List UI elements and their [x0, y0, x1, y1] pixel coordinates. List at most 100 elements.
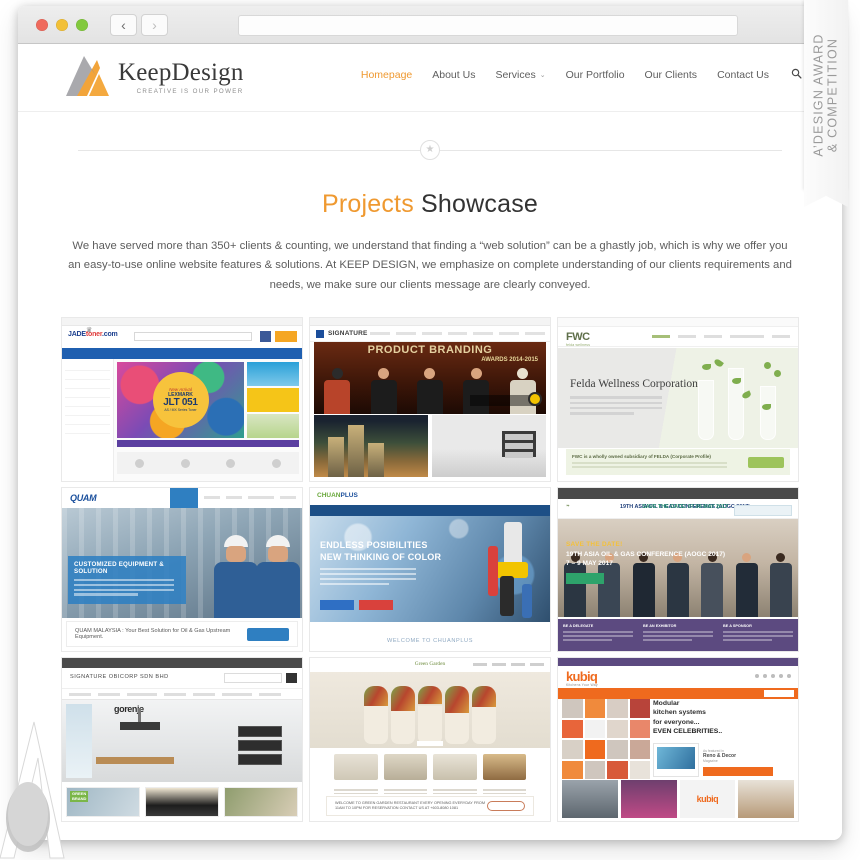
thumb-hero: Modular kitchen systems for everyone... …	[562, 699, 794, 780]
mag-sub: Magazine	[703, 759, 718, 764]
thumb-hero: New Arrival LEXMARK JLT 051 AS / MX Seri…	[117, 362, 299, 439]
thumb-nav	[473, 663, 544, 666]
appliance-stack	[502, 431, 536, 459]
thumb-topbar	[62, 658, 302, 669]
nav-item-homepage[interactable]: Homepage	[361, 69, 412, 81]
footer-text: QUAM MALAYSIA : Your Best Solution for O…	[75, 628, 231, 641]
keepdesign-logo-icon	[63, 54, 111, 98]
nav-item-contact-us[interactable]: Contact Us	[717, 69, 769, 81]
social-icons	[755, 674, 791, 679]
overlay-line-2: 19TH ASIA OIL & GAS CONFERENCE (AOGC 201…	[566, 551, 726, 559]
logo-wordmark: KeepDesign CREATIVE IS OUR POWER	[118, 60, 244, 98]
portfolio-item-fwc[interactable]: FWC felda wellness Felda Wellness Corpora…	[557, 317, 799, 483]
brand-subtext: Kitchens Your Way	[566, 683, 598, 688]
green-brand-badge: GREEN BRAND	[70, 791, 89, 803]
mini-browser-bar	[62, 318, 302, 332]
site-thumbnail: QUAM CUSTOMIZED EQUIPMENT & SOLUTION QUA…	[62, 488, 302, 652]
tile-green-brand: GREEN BRAND	[66, 787, 140, 818]
minimize-window-button[interactable]	[56, 19, 68, 31]
hero-line-2: kitchen systems	[653, 709, 706, 717]
oven-stack	[238, 726, 282, 768]
close-window-button[interactable]	[36, 19, 48, 31]
nav-label: Homepage	[360, 69, 413, 81]
tile-kitchen-dark	[562, 780, 618, 819]
tile-kitchen	[224, 787, 298, 818]
thumb-hero: Felda Wellness Corporation	[558, 348, 798, 449]
thumb-body: New Arrival LEXMARK JLT 051 AS / MX Seri…	[62, 359, 302, 482]
brand-design: Design	[171, 59, 244, 86]
thumb-cart-button	[275, 331, 297, 343]
hero-line-3: for everyone...	[653, 718, 700, 726]
portfolio-item-obicorp[interactable]: SIGNATURE OBICORP SDN BHD gorenje GREEN …	[61, 657, 303, 823]
star-icon: ★	[420, 140, 440, 160]
search-icon[interactable]	[791, 68, 802, 82]
tile-brand-map: kubiq	[679, 780, 736, 819]
mini-browser-bar	[310, 318, 550, 332]
nav-item-our-clients[interactable]: Our Clients	[645, 69, 698, 81]
thumb-brand: FWC felda wellness	[566, 331, 590, 347]
back-button[interactable]: ‹	[110, 14, 137, 36]
site-logo[interactable]: KeepDesign CREATIVE IS OUR POWER	[63, 54, 244, 98]
thumb-search-button	[286, 673, 297, 684]
thumb-brand: JADEtoner.com	[68, 331, 118, 338]
active-nav-tab	[170, 488, 198, 509]
thumb-search-field	[134, 332, 252, 342]
footer-column: BE A DELEGATE	[558, 619, 638, 651]
section-divider: ★	[78, 140, 782, 160]
address-bar[interactable]	[238, 15, 738, 36]
tile-oven	[145, 787, 219, 818]
hero-subtitle: AWARDS 2014-2015	[481, 357, 538, 364]
thumb-header: ❧ 19TH ASIA OIL & GAS CONFERENCE (AOGC 2…	[558, 499, 798, 520]
forward-button[interactable]: ›	[141, 14, 168, 36]
thumb-footer-banner: FWC is a wholly owned subsidiary of FELD…	[566, 449, 790, 476]
hero-paragraph	[320, 568, 416, 587]
food-photo	[418, 686, 442, 745]
celebrity-mosaic	[562, 699, 650, 780]
nav-label: Contact Us	[717, 69, 769, 81]
magazine-caption: As featured in Reno & Decor Magazine	[703, 749, 736, 763]
window-light	[66, 704, 92, 779]
portfolio-item-quam[interactable]: QUAM CUSTOMIZED EQUIPMENT & SOLUTION QUA…	[61, 487, 303, 653]
portfolio-item-kubiq[interactable]: kubiq Kitchens Your Way Modular kitchen …	[557, 657, 799, 823]
site-thumbnail: ♛ JADEtoner.com New Arrival LEXMARK JLT …	[62, 318, 302, 482]
hero-line-4: EVEN CELEBRITIES..	[653, 727, 723, 735]
thumb-nav	[370, 332, 546, 336]
intro-paragraph: We have served more than 350+ clients & …	[68, 240, 792, 291]
header-right-text: SAVE THE DATE! 07-09 MAY 2017	[642, 504, 728, 511]
thumb-sidebar	[62, 359, 114, 482]
portfolio-item-greengarden[interactable]: Green Garden WELCOME TO GREEN GARDEN RES…	[309, 657, 551, 823]
thumb-hero	[310, 672, 550, 749]
nav-label: About Us	[432, 69, 476, 81]
thumb-hero: gorenje	[62, 700, 302, 783]
award-ribbon: A’DESIGN AWARD & COMPETITION	[804, 0, 848, 190]
nav-label: Our Clients	[644, 69, 698, 81]
portfolio-item-jadetoner[interactable]: ♛ JADEtoner.com New Arrival LEXMARK JLT …	[61, 317, 303, 483]
site-thumbnail: SIGNATURE OBICORP SDN BHD gorenje GREEN …	[62, 658, 302, 822]
brand-keep: Keep	[118, 59, 172, 86]
thumb-lower-tiles: kubiq	[562, 780, 794, 819]
dish-card	[383, 754, 427, 799]
thumb-footer-bar: WELCOME TO GREEN GARDEN RESTAURANT EVERY…	[326, 796, 534, 817]
thumb-brand: kubiq Kitchens Your Way	[566, 670, 598, 687]
promo-badge: New Arrival LEXMARK JLT 051 AS / MX Seri…	[152, 372, 209, 429]
page-title-accent: Projects	[321, 190, 414, 218]
dish-card	[433, 754, 477, 799]
thumb-footer-bar: QUAM MALAYSIA : Your Best Solution for O…	[66, 621, 298, 648]
nav-item-services[interactable]: Services ⌄	[495, 69, 545, 81]
event-logo-icon: ❧	[566, 503, 570, 509]
thumb-header: SIGNATURE	[310, 326, 550, 343]
nav-item-about-us[interactable]: About Us	[432, 69, 475, 81]
thumb-topbar	[558, 318, 798, 328]
thumb-header: SIGNATURE OBICORP SDN BHD	[62, 668, 302, 689]
site-header: KeepDesign CREATIVE IS OUR POWER Homepag…	[18, 44, 842, 112]
portfolio-item-aogc[interactable]: ❧ 19TH ASIA OIL & GAS CONFERENCE (AOGC 2…	[557, 487, 799, 653]
worker-figure	[214, 535, 258, 619]
thumb-nav	[62, 688, 302, 701]
nav-item-our-portfolio[interactable]: Our Portfolio	[566, 69, 625, 81]
signature-logo-icon	[316, 330, 324, 339]
portfolio-item-chuanplus[interactable]: CHUANPLUS ENDLESS POSIBILITIES NEW THINK…	[309, 487, 551, 653]
chevron-down-icon: ⌄	[539, 72, 546, 79]
portfolio-item-signature[interactable]: SIGNATURE PRODUCT BRANDING AWARDS 2014-2…	[309, 317, 551, 483]
page-title-rest: Showcase	[413, 190, 538, 218]
maximize-window-button[interactable]	[76, 19, 88, 31]
